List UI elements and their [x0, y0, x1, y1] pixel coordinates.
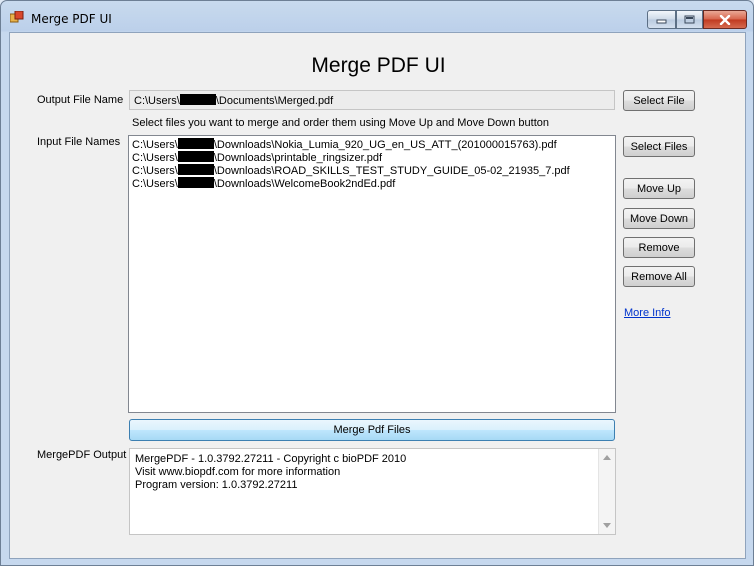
input-files-label: Input File Names: [37, 136, 121, 148]
redaction-block: [179, 94, 216, 105]
minimize-icon: [656, 19, 667, 24]
move-down-button[interactable]: Move Down: [623, 208, 695, 229]
list-item-suffix: \Downloads\Nokia_Lumia_920_UG_en_US_ATT_…: [213, 139, 557, 151]
output-log-scrollbar[interactable]: [598, 449, 615, 534]
list-item-suffix: \Downloads\WelcomeBook2ndEd.pdf: [213, 178, 396, 190]
output-log-line: Visit www.biopdf.com for more informatio…: [135, 466, 341, 478]
remove-all-button[interactable]: Remove All: [623, 266, 695, 287]
instruction-text: Select files you want to merge and order…: [132, 117, 550, 129]
output-log-textarea[interactable]: MergePDF - 1.0.3792.27211 - Copyright c …: [129, 448, 616, 535]
output-file-suffix: \Documents\Merged.pdf: [215, 95, 334, 107]
list-item[interactable]: C:\Users\ \Downloads\ROAD_SKILLS_TEST_STU…: [132, 164, 612, 177]
remove-button[interactable]: Remove: [623, 237, 695, 258]
list-item-prefix: C:\Users\: [132, 178, 178, 190]
app-icon: [10, 11, 24, 23]
window-title: Merge PDF UI: [31, 12, 112, 26]
merge-pdf-files-button[interactable]: Merge Pdf Files: [129, 419, 615, 441]
list-item-suffix: \Downloads\printable_ringsizer.pdf: [213, 152, 382, 164]
redaction-block: [177, 138, 214, 149]
output-log-line: Program version: 1.0.3792.27211: [135, 479, 298, 491]
redaction-block: [177, 151, 214, 162]
move-up-button[interactable]: Move Up: [623, 178, 695, 199]
output-file-prefix: C:\Users\: [134, 95, 180, 107]
more-info-link[interactable]: More Info: [624, 307, 670, 319]
input-files-list[interactable]: C:\Users\ \Downloads\Nokia_Lumia_920_UG_e…: [128, 135, 616, 413]
list-item[interactable]: C:\Users\ \Downloads\printable_ringsizer.…: [132, 151, 612, 164]
scroll-down-icon[interactable]: [603, 523, 611, 528]
output-log-text: MergePDF - 1.0.3792.27211 - Copyright c …: [135, 453, 406, 492]
page-title: Merge PDF UI: [311, 54, 446, 77]
list-item-prefix: C:\Users\: [132, 152, 178, 164]
main-panel: Merge PDF UI Output File Name C:\Users\ \…: [9, 32, 746, 559]
output-log-label: MergePDF Output: [37, 449, 127, 461]
select-files-button[interactable]: Select Files: [623, 136, 695, 157]
list-item[interactable]: C:\Users\ \Downloads\WelcomeBook2ndEd.pdf: [132, 177, 612, 190]
redaction-block: [177, 177, 214, 188]
close-button[interactable]: [703, 10, 747, 29]
list-item-prefix: C:\Users\: [132, 165, 178, 177]
select-file-button[interactable]: Select File: [623, 90, 695, 111]
app-window: Merge PDF UI Merge PDF UI Output File Na…: [0, 0, 754, 566]
maximize-button[interactable]: [676, 10, 703, 29]
redaction-block: [177, 164, 214, 175]
list-item-prefix: C:\Users\: [132, 139, 178, 151]
list-item-suffix: \Downloads\ROAD_SKILLS_TEST_STUDY_GUIDE_…: [213, 165, 570, 177]
maximize-icon: [684, 15, 695, 24]
output-file-field[interactable]: C:\Users\ \Documents\Merged.pdf: [129, 90, 615, 110]
close-icon: [719, 14, 731, 25]
title-bar[interactable]: Merge PDF UI: [1, 1, 753, 33]
output-file-label: Output File Name: [37, 94, 124, 106]
scroll-up-icon[interactable]: [603, 455, 611, 460]
output-log-line: MergePDF - 1.0.3792.27211 - Copyright c …: [135, 453, 407, 465]
minimize-button[interactable]: [647, 10, 676, 29]
list-item[interactable]: C:\Users\ \Downloads\Nokia_Lumia_920_UG_e…: [132, 138, 612, 151]
